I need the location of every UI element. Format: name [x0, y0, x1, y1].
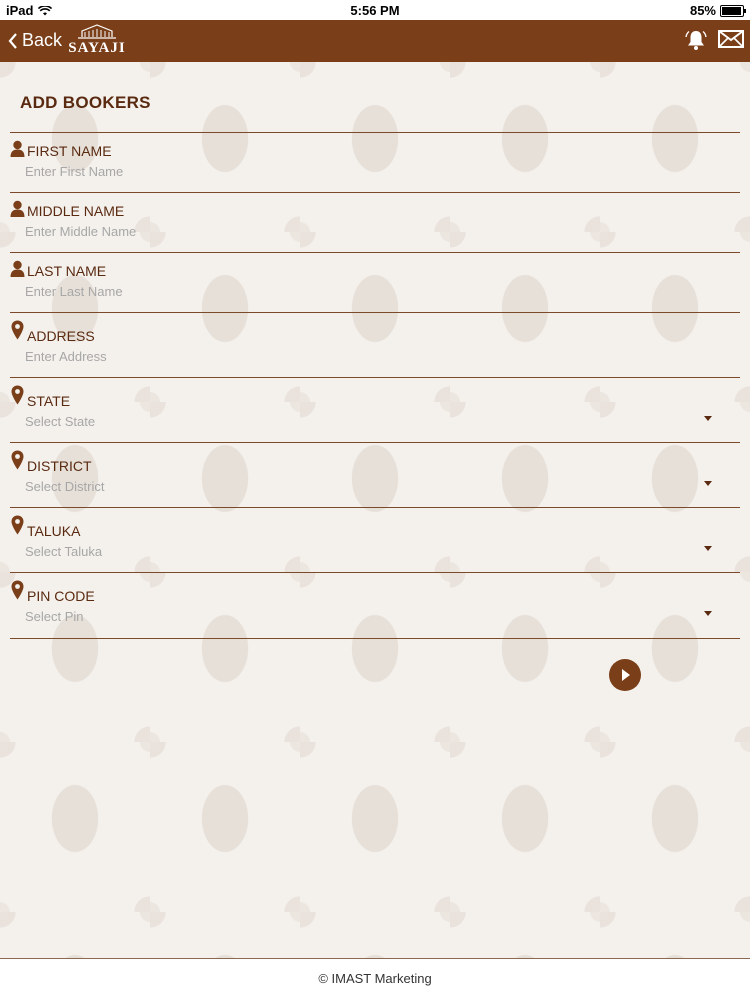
first-name-field[interactable]: FIRST NAME Enter First Name	[10, 133, 740, 192]
battery-icon	[720, 4, 746, 17]
last-name-input[interactable]: Enter Last Name	[25, 284, 123, 299]
back-button[interactable]: Back	[8, 30, 62, 51]
page-title: ADD BOOKERS	[20, 93, 151, 112]
footer: © IMAST Marketing	[0, 958, 750, 1001]
state-label: STATE	[27, 393, 71, 409]
chevron-down-icon[interactable]	[704, 611, 712, 616]
last-name-label: LAST NAME	[27, 263, 107, 279]
logo-text: SAYAJI	[68, 40, 126, 56]
first-name-input[interactable]: Enter First Name	[25, 164, 123, 179]
location-pin-icon	[11, 450, 24, 470]
middle-name-field[interactable]: MIDDLE NAME Enter Middle Name	[10, 193, 740, 252]
person-icon	[10, 260, 25, 277]
state-value[interactable]: Select State	[25, 414, 95, 429]
pin-code-value[interactable]: Select Pin	[25, 609, 84, 624]
last-name-field[interactable]: LAST NAME Enter Last Name	[10, 253, 740, 312]
status-bar: iPad 5:56 PM 85%	[0, 0, 750, 20]
bell-icon[interactable]	[684, 28, 708, 57]
nav-bar: Back SAYAJI	[0, 20, 750, 62]
location-pin-icon	[11, 580, 24, 600]
chevron-left-icon	[8, 32, 17, 49]
taluka-select[interactable]: TALUKA Select Taluka	[10, 508, 740, 572]
battery-percent: 85%	[689, 3, 716, 18]
copyright-text: © IMAST Marketing	[318, 971, 432, 986]
address-input[interactable]: Enter Address	[25, 349, 107, 364]
location-pin-icon	[11, 385, 24, 405]
person-icon	[10, 200, 25, 217]
clock: 5:56 PM	[350, 3, 400, 18]
mail-icon[interactable]	[718, 28, 744, 57]
state-select[interactable]: STATE Select State	[10, 378, 740, 442]
pin-code-label: PIN CODE	[27, 588, 95, 604]
chevron-down-icon[interactable]	[704, 416, 712, 421]
location-pin-icon	[11, 320, 24, 340]
address-field[interactable]: ADDRESS Enter Address	[10, 313, 740, 377]
chevron-down-icon[interactable]	[704, 481, 712, 486]
chevron-down-icon[interactable]	[704, 546, 712, 551]
district-value[interactable]: Select District	[25, 479, 104, 494]
pin-code-select[interactable]: PIN CODE Select Pin	[10, 573, 740, 637]
address-label: ADDRESS	[27, 328, 95, 344]
taluka-value[interactable]: Select Taluka	[25, 544, 102, 559]
next-button[interactable]	[609, 659, 641, 691]
district-select[interactable]: DISTRICT Select District	[10, 443, 740, 507]
sayaji-logo: SAYAJI	[68, 23, 126, 59]
middle-name-input[interactable]: Enter Middle Name	[25, 224, 136, 239]
location-pin-icon	[11, 515, 24, 535]
taluka-label: TALUKA	[27, 523, 81, 539]
divider	[10, 638, 740, 639]
person-icon	[10, 140, 25, 157]
back-label: Back	[22, 30, 63, 50]
middle-name-label: MIDDLE NAME	[27, 203, 125, 219]
district-label: DISTRICT	[27, 458, 92, 474]
first-name-label: FIRST NAME	[27, 143, 112, 159]
